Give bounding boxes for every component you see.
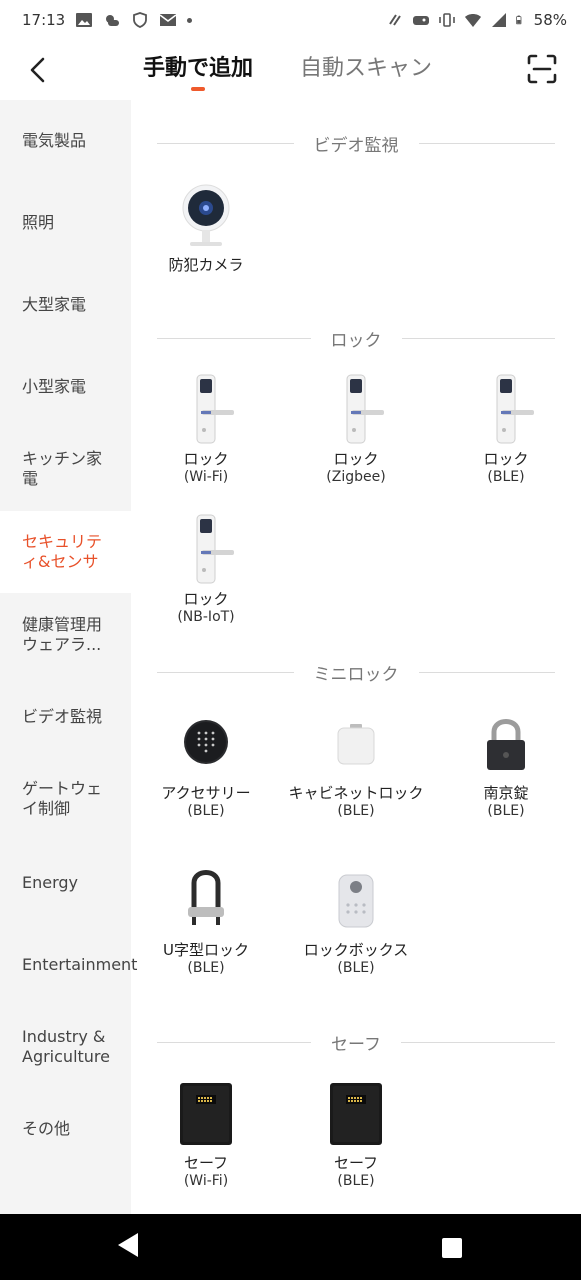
- section-title: ビデオ監視: [313, 135, 399, 156]
- safe-icon: [326, 1078, 386, 1148]
- nav-back-icon[interactable]: [116, 1232, 140, 1258]
- battery-icon: [515, 15, 522, 25]
- shield-icon: [133, 12, 148, 28]
- door-lock-icon: [176, 374, 236, 444]
- cabinet-lock-icon: [326, 708, 386, 778]
- sidebar-item-kitchen[interactable]: キッチン家電: [0, 428, 131, 510]
- safe-icon: [176, 1078, 236, 1148]
- device-protocol: (Wi-Fi): [183, 469, 229, 485]
- device-cabinet-lock[interactable]: キャビネットロック (BLE): [281, 708, 431, 820]
- device-protocol: (BLE): [187, 803, 225, 819]
- system-nav-bar: [0, 1214, 581, 1280]
- device-name: 防犯カメラ: [168, 256, 244, 274]
- sidebar-item-electrical[interactable]: 電気製品: [0, 100, 131, 182]
- section-header-safe: セーフ: [157, 1027, 556, 1057]
- scan-button[interactable]: [527, 54, 559, 86]
- device-protocol: (BLE): [337, 803, 375, 819]
- weather-icon: [106, 15, 120, 26]
- active-tab-indicator: [191, 87, 205, 91]
- device-protocol: (BLE): [337, 1173, 375, 1189]
- door-lock-icon: [176, 514, 236, 584]
- device-safe-wifi[interactable]: セーフ (Wi-Fi): [131, 1078, 281, 1190]
- lockbox-icon: [326, 865, 386, 935]
- device-list: ビデオ監視 防犯カメラ ロック ロック (Wi-Fi) ロック (Zigbee)…: [131, 100, 581, 1214]
- keypad-icon: [176, 708, 236, 778]
- device-lock-wifi[interactable]: ロック (Wi-Fi): [131, 374, 281, 486]
- device-name: 南京錠: [483, 784, 529, 802]
- device-protocol: (Wi-Fi): [183, 1173, 229, 1189]
- sidebar-item-security-sensors[interactable]: セキュリティ&センサ: [0, 511, 131, 593]
- notification-dot-icon: [187, 17, 193, 23]
- mail-icon: [159, 14, 177, 26]
- sidebar-item-lighting[interactable]: 照明: [0, 182, 131, 264]
- device-lockbox[interactable]: ロックボックス (BLE): [281, 865, 431, 977]
- vibrate-icon: [438, 13, 455, 27]
- battery-percent: 58%: [533, 11, 567, 29]
- device-name: ロックボックス: [303, 941, 409, 959]
- sidebar-item-video-surveillance[interactable]: ビデオ監視: [0, 676, 131, 758]
- camera-icon: [176, 180, 236, 250]
- device-lock-zigbee[interactable]: ロック (Zigbee): [281, 374, 431, 486]
- device-name: セーフ: [183, 1154, 229, 1172]
- status-bar: 17:13 58%: [0, 0, 581, 40]
- nav-home-icon[interactable]: [442, 1238, 462, 1258]
- device-protocol: (BLE): [487, 469, 525, 485]
- header: 手動で追加 自動スキャン: [0, 40, 581, 100]
- device-padlock[interactable]: 南京錠 (BLE): [431, 708, 581, 820]
- sidebar-item-industry-agriculture[interactable]: Industry & Agriculture: [0, 1006, 131, 1088]
- sidebar-item-small-appliances[interactable]: 小型家電: [0, 346, 131, 428]
- sidebar-item-large-appliances[interactable]: 大型家電: [0, 264, 131, 346]
- image-icon: [76, 13, 93, 27]
- device-lock-nbiot[interactable]: ロック (NB-IoT): [131, 514, 281, 626]
- chevron-left-icon: [30, 57, 45, 83]
- device-protocol: (BLE): [187, 960, 225, 976]
- section-header-minilock: ミニロック: [157, 657, 555, 687]
- status-time: 17:13: [22, 11, 66, 29]
- device-accessory[interactable]: アクセサリー (BLE): [131, 708, 281, 820]
- scan-icon: [527, 54, 557, 84]
- sidebar-item-entertainment[interactable]: Entertainment: [0, 924, 137, 1006]
- sidebar-item-health-wearables[interactable]: 健康管理用ウェアラ...: [0, 594, 131, 676]
- signal-icon: [491, 13, 506, 27]
- back-button[interactable]: [22, 54, 54, 86]
- section-header-lock: ロック: [157, 323, 555, 353]
- device-name: キャビネットロック: [288, 784, 424, 802]
- sidebar-item-other[interactable]: その他: [0, 1088, 131, 1170]
- device-name: セーフ: [333, 1154, 379, 1172]
- section-title: セーフ: [331, 1034, 381, 1055]
- game-icon: [412, 16, 429, 25]
- device-name: U字型ロック: [163, 941, 249, 959]
- category-sidebar: 電気製品 照明 大型家電 小型家電 キッチン家電 セキュリティ&センサ 健康管理…: [0, 100, 137, 1214]
- device-security-camera[interactable]: 防犯カメラ: [131, 180, 281, 274]
- wifi-icon: [464, 14, 481, 27]
- sidebar-item-gateway[interactable]: ゲートウェイ制御: [0, 758, 131, 840]
- sidebar-item-energy[interactable]: Energy: [0, 842, 131, 924]
- device-name: ロック: [183, 590, 229, 608]
- section-title: ロック: [330, 330, 382, 351]
- device-name: ロック: [183, 450, 229, 468]
- tab-manual-add[interactable]: 手動で追加: [143, 54, 253, 84]
- device-safe-ble[interactable]: セーフ (BLE): [281, 1078, 431, 1190]
- tab-auto-scan[interactable]: 自動スキャン: [300, 54, 432, 84]
- u-lock-icon: [176, 865, 236, 935]
- device-protocol: (BLE): [337, 960, 375, 976]
- device-protocol: (NB-IoT): [177, 609, 235, 625]
- device-name: ロック: [333, 450, 379, 468]
- device-protocol: (BLE): [487, 803, 525, 819]
- device-protocol: (Zigbee): [326, 469, 386, 485]
- door-lock-icon: [476, 374, 536, 444]
- device-name: アクセサリー: [161, 784, 251, 802]
- padlock-icon: [476, 708, 536, 778]
- door-lock-icon: [326, 374, 386, 444]
- device-name: ロック: [483, 450, 529, 468]
- section-header-video: ビデオ監視: [157, 128, 555, 158]
- device-u-lock[interactable]: U字型ロック (BLE): [131, 865, 281, 977]
- device-lock-ble[interactable]: ロック (BLE): [431, 374, 581, 486]
- nfc-icon: [388, 14, 401, 26]
- section-title: ミニロック: [313, 664, 399, 685]
